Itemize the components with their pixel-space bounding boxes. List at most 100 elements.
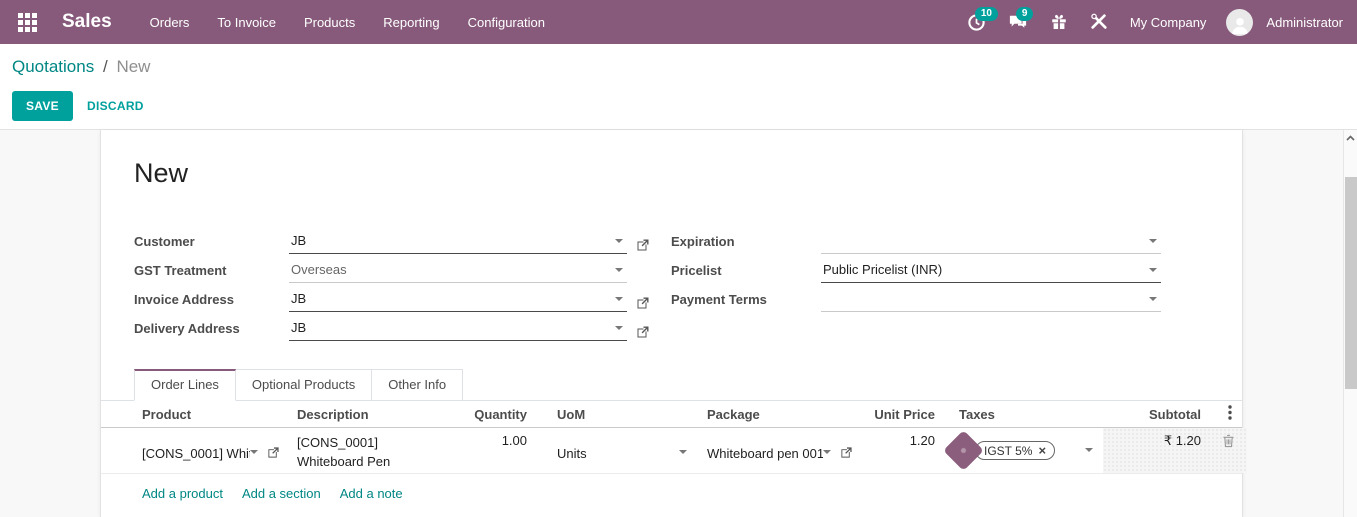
breadcrumb: Quotations / New [12, 54, 1357, 80]
top-navbar: Sales Orders To Invoice Products Reporti… [0, 0, 1357, 44]
field-gst-treatment: GST Treatment Overseas [134, 254, 654, 283]
row-drag-handle[interactable] [101, 428, 134, 473]
control-panel: Quotations / New SAVE DISCARD [0, 44, 1357, 130]
pricelist-value: Public Pricelist (INR) [821, 262, 1149, 279]
activity-clock-icon[interactable]: 10 [959, 7, 994, 38]
delivery-address-external-link-icon[interactable] [636, 325, 650, 339]
customer-input[interactable]: JB [289, 230, 627, 254]
tax-remove-icon[interactable]: × [1038, 444, 1046, 457]
breadcrumb-current: New [116, 57, 150, 76]
chevron-down-icon [679, 450, 687, 454]
menu-products[interactable]: Products [292, 2, 367, 43]
messages-chat-icon[interactable]: 9 [1000, 7, 1036, 37]
scroll-up-arrow-icon[interactable] [1344, 130, 1357, 146]
add-section-link[interactable]: Add a section [242, 486, 321, 501]
message-count-badge: 9 [1016, 7, 1034, 21]
discard-button[interactable]: DISCARD [73, 91, 158, 121]
record-title: New [134, 158, 1242, 189]
package-value: Whiteboard pen 001 [707, 446, 823, 461]
form-sheet: New Customer JB GST Treatment Overs [100, 130, 1243, 517]
unit-price-cell[interactable]: 1.20 [861, 428, 943, 473]
expiration-value [821, 241, 1149, 243]
uom-cell[interactable]: Units [549, 428, 699, 473]
order-lines-table: Product Description Quantity UoM Package… [101, 401, 1242, 501]
invoice-address-label: Invoice Address [134, 292, 289, 312]
description-value: [CONS_0001] Whiteboard Pen [297, 433, 447, 471]
add-product-link[interactable]: Add a product [142, 486, 223, 501]
tax-badge-label: IGST 5% [984, 444, 1032, 458]
quantity-cell[interactable]: 1.00 [459, 428, 535, 473]
field-pricelist: Pricelist Public Pricelist (INR) [671, 254, 1176, 283]
payment-terms-input[interactable] [821, 288, 1161, 312]
chevron-down-icon [615, 297, 623, 301]
gift-icon[interactable] [1042, 7, 1076, 37]
app-brand[interactable]: Sales [62, 11, 112, 33]
invoice-address-input[interactable]: JB [289, 288, 627, 312]
tab-other-info[interactable]: Other Info [372, 369, 463, 401]
menu-configuration[interactable]: Configuration [456, 2, 557, 43]
pricelist-label: Pricelist [671, 263, 821, 283]
uom-value: Units [557, 446, 679, 461]
menu-orders[interactable]: Orders [138, 2, 202, 43]
breadcrumb-quotations[interactable]: Quotations [12, 57, 94, 76]
header-subtotal: Subtotal [1103, 407, 1209, 422]
product-value: [CONS_0001] Whitel [142, 446, 250, 461]
vertical-scrollbar[interactable] [1343, 130, 1357, 517]
header-unit-price: Unit Price [861, 407, 943, 422]
notebook-tabs: Order Lines Optional Products Other Info [101, 368, 1242, 401]
table-header-row: Product Description Quantity UoM Package… [101, 401, 1242, 428]
apps-menu-icon[interactable] [14, 9, 40, 35]
product-external-link-icon[interactable] [267, 446, 280, 459]
chevron-down-icon [1085, 448, 1093, 452]
chevron-down-icon [615, 239, 623, 243]
tab-order-lines[interactable]: Order Lines [134, 369, 236, 401]
table-footer-links: Add a product Add a section Add a note [101, 474, 1242, 501]
product-cell[interactable]: [CONS_0001] Whitel [134, 428, 289, 473]
header-quantity: Quantity [459, 407, 535, 422]
field-payment-terms: Payment Terms [671, 283, 1176, 312]
column-options-icon[interactable] [1209, 405, 1242, 423]
table-row: [CONS_0001] Whitel [CONS_0001] Whiteboar… [101, 428, 1242, 474]
gst-treatment-value: Overseas [289, 262, 615, 279]
user-avatar[interactable] [1226, 9, 1253, 36]
field-delivery-address: Delivery Address JB [134, 312, 654, 341]
field-customer: Customer JB [134, 225, 654, 254]
invoice-address-value: JB [289, 291, 615, 308]
description-cell[interactable]: [CONS_0001] Whiteboard Pen [289, 428, 459, 473]
user-menu[interactable]: Administrator [1266, 15, 1343, 30]
header-package: Package [699, 407, 861, 422]
pricelist-input[interactable]: Public Pricelist (INR) [821, 259, 1161, 283]
content-area: New Customer JB GST Treatment Overs [0, 130, 1357, 517]
expiration-input[interactable] [821, 230, 1161, 254]
delivery-address-input[interactable]: JB [289, 317, 627, 341]
tools-icon[interactable] [1082, 7, 1116, 37]
field-invoice-address: Invoice Address JB [134, 283, 654, 312]
header-taxes: Taxes [951, 407, 1103, 422]
breadcrumb-separator: / [99, 57, 112, 76]
header-product: Product [134, 407, 289, 422]
activity-count-badge: 10 [975, 7, 998, 21]
gst-treatment-label: GST Treatment [134, 263, 289, 283]
main-menu: Orders To Invoice Products Reporting Con… [138, 2, 557, 43]
add-note-link[interactable]: Add a note [340, 486, 403, 501]
payment-terms-label: Payment Terms [671, 292, 821, 312]
company-switcher[interactable]: My Company [1122, 15, 1221, 30]
customer-external-link-icon[interactable] [636, 238, 650, 252]
invoice-address-external-link-icon[interactable] [636, 296, 650, 310]
menu-to-invoice[interactable]: To Invoice [205, 2, 288, 43]
customer-value: JB [289, 233, 615, 250]
subtotal-readonly-cell: ₹ 1.20 [1103, 428, 1247, 473]
subtotal-value: ₹ 1.20 [1103, 428, 1209, 449]
form-fields: Customer JB GST Treatment Overseas [134, 225, 1242, 341]
package-cell[interactable]: Whiteboard pen 001 [699, 428, 861, 473]
delivery-address-value: JB [289, 320, 615, 337]
gst-treatment-select[interactable]: Overseas [289, 259, 627, 283]
tab-optional-products[interactable]: Optional Products [236, 369, 372, 401]
menu-reporting[interactable]: Reporting [371, 2, 451, 43]
taxes-cell[interactable]: IGST 5% × [951, 428, 1103, 473]
field-expiration: Expiration [671, 225, 1176, 254]
scrollbar-thumb[interactable] [1345, 177, 1357, 389]
save-button[interactable]: SAVE [12, 91, 73, 121]
package-external-link-icon[interactable] [840, 446, 853, 459]
delete-row-trash-icon[interactable] [1209, 428, 1247, 451]
